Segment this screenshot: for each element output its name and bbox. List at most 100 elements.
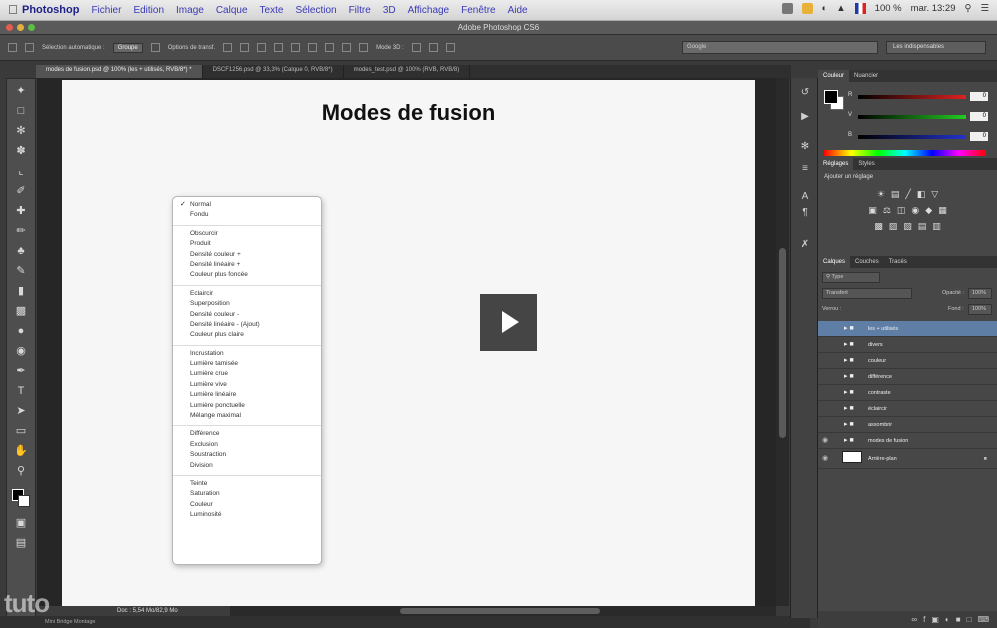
dodge-tool-icon[interactable]: ◉: [11, 343, 31, 359]
wifi-icon[interactable]: ◐: [822, 3, 828, 14]
folder-icon[interactable]: ▸ ■: [844, 321, 858, 337]
gradient-map-icon[interactable]: ▤: [918, 221, 927, 232]
layer-group-row[interactable]: ▸ ■ différence: [818, 369, 997, 385]
notification-icon[interactable]: [801, 3, 813, 14]
search-input[interactable]: Google: [682, 41, 878, 54]
new-group-icon[interactable]: ■: [956, 611, 961, 628]
layer-group-row[interactable]: ▸ ■ divers: [818, 337, 997, 353]
shape-tool-icon[interactable]: ▭: [11, 423, 31, 439]
exposure-icon[interactable]: ◧: [917, 189, 926, 200]
align-bottom-icon[interactable]: [257, 43, 267, 52]
align-left-icon[interactable]: [274, 43, 284, 52]
pan-3d-icon[interactable]: [428, 43, 438, 52]
quick-select-tool-icon[interactable]: ✽: [11, 143, 31, 159]
doc-tab-active[interactable]: modes de fusion.psd @ 100% (les + utilis…: [36, 65, 203, 78]
scroll-thumb[interactable]: [779, 248, 786, 438]
history-brush-tool-icon[interactable]: ✎: [11, 263, 31, 279]
apple-icon[interactable]: : [8, 2, 18, 17]
rotate-3d-icon[interactable]: [411, 43, 421, 52]
pen-tool-icon[interactable]: ✒: [11, 363, 31, 379]
layer-group-row[interactable]: ▸ ■ contraste: [818, 385, 997, 401]
lasso-tool-icon[interactable]: ✻: [11, 123, 31, 139]
new-layer-icon[interactable]: □: [967, 611, 972, 628]
workspace-select[interactable]: Les indispensables: [886, 41, 986, 54]
marquee-tool-icon[interactable]: □: [11, 103, 31, 119]
tab-couleur[interactable]: Couleur: [818, 70, 850, 82]
layer-group-row[interactable]: ▸ ■ les + utilisés: [818, 321, 997, 337]
align-middle-icon[interactable]: [240, 43, 250, 52]
trash-icon[interactable]: ⌨: [977, 611, 989, 628]
move-tool-icon[interactable]: [8, 43, 17, 52]
curves-icon[interactable]: ╱: [905, 189, 910, 200]
levels-icon[interactable]: ▤: [891, 189, 900, 200]
brightness-icon[interactable]: ☀: [877, 189, 885, 200]
scroll-thumb[interactable]: [400, 608, 600, 614]
brush-presets-icon[interactable]: ✻: [797, 140, 813, 154]
posterize-icon[interactable]: ▨: [889, 221, 898, 232]
zoom-icon[interactable]: [28, 24, 35, 31]
align-top-icon[interactable]: [223, 43, 233, 52]
folder-icon[interactable]: ▸ ■: [844, 385, 858, 401]
list-icon[interactable]: ☰: [980, 3, 989, 14]
menu-aide[interactable]: Aide: [508, 5, 528, 16]
healing-tool-icon[interactable]: ✚: [11, 203, 31, 219]
mini-bridge-bar[interactable]: Mini Bridge Montage: [0, 616, 810, 628]
zoom-tool-icon[interactable]: ⚲: [11, 463, 31, 479]
background-color-swatch[interactable]: [18, 495, 30, 507]
stamp-tool-icon[interactable]: ♣: [11, 243, 31, 259]
eraser-tool-icon[interactable]: ▮: [11, 283, 31, 299]
group-select[interactable]: Groupe: [112, 42, 143, 53]
tab-calques[interactable]: Calques: [818, 256, 851, 268]
actions-icon[interactable]: ▶: [797, 110, 813, 124]
green-value[interactable]: 0: [970, 112, 988, 121]
brush-tool-icon[interactable]: ✏: [11, 223, 31, 239]
menu-app-name[interactable]: Photoshop: [22, 4, 79, 16]
mixer-icon[interactable]: ◆: [925, 205, 932, 216]
character-icon[interactable]: A: [797, 190, 813, 204]
path-select-tool-icon[interactable]: ➤: [11, 403, 31, 419]
menu-fenetre[interactable]: Fenêtre: [461, 5, 495, 16]
clock-text[interactable]: mar. 13:29: [911, 3, 956, 14]
adjustment-layer-icon[interactable]: ◐: [945, 611, 950, 628]
close-icon[interactable]: [6, 24, 13, 31]
move-tool-icon[interactable]: ✦: [11, 83, 31, 99]
menu-image[interactable]: Image: [176, 5, 204, 16]
volume-icon[interactable]: ▲: [836, 3, 845, 14]
menu-edition[interactable]: Edition: [133, 5, 164, 16]
blur-tool-icon[interactable]: ●: [11, 323, 31, 339]
distribute-icon[interactable]: [325, 43, 335, 52]
auto-align-icon[interactable]: [359, 43, 369, 52]
folder-icon[interactable]: ▸ ■: [844, 369, 858, 385]
type-tool-icon[interactable]: T: [11, 383, 31, 399]
doc-tab[interactable]: modes_test.psd @ 100% (RVB, RVB/8): [344, 65, 471, 78]
history-icon[interactable]: ↺: [797, 86, 813, 100]
tools-presets-icon[interactable]: ✗: [797, 238, 813, 252]
link-icon[interactable]: ∞: [911, 611, 917, 628]
slide-3d-icon[interactable]: [445, 43, 455, 52]
color-spectrum[interactable]: [824, 150, 986, 156]
dropbox-icon[interactable]: [781, 3, 793, 14]
transform-checkbox[interactable]: [150, 43, 160, 52]
threshold-icon[interactable]: ▧: [903, 221, 912, 232]
blend-mode-select[interactable]: Transfert: [822, 288, 912, 299]
folder-icon[interactable]: ▸ ■: [844, 401, 858, 417]
fg-color-swatch[interactable]: [824, 90, 838, 104]
gradient-tool-icon[interactable]: ▩: [11, 303, 31, 319]
green-slider[interactable]: [858, 115, 966, 119]
selective-color-icon[interactable]: ▥: [932, 221, 941, 232]
tab-styles[interactable]: Styles: [853, 158, 879, 170]
paragraph-icon[interactable]: ¶: [797, 206, 813, 220]
hue-icon[interactable]: ▣: [868, 205, 877, 216]
tab-nuancier[interactable]: Nuancier: [849, 70, 883, 82]
crop-tool-icon[interactable]: ⌞: [11, 163, 31, 179]
clone-source-icon[interactable]: ≡: [797, 162, 813, 176]
blue-slider[interactable]: [858, 135, 966, 139]
distribute-h-icon[interactable]: [342, 43, 352, 52]
invert-icon[interactable]: ▩: [874, 221, 883, 232]
minimize-icon[interactable]: [17, 24, 24, 31]
photo-filter-icon[interactable]: ◉: [911, 205, 919, 216]
spotlight-icon[interactable]: ⚲: [965, 3, 972, 14]
menu-selection[interactable]: Sélection: [295, 5, 336, 16]
menu-calque[interactable]: Calque: [216, 5, 248, 16]
menu-fichier[interactable]: Fichier: [91, 5, 121, 16]
